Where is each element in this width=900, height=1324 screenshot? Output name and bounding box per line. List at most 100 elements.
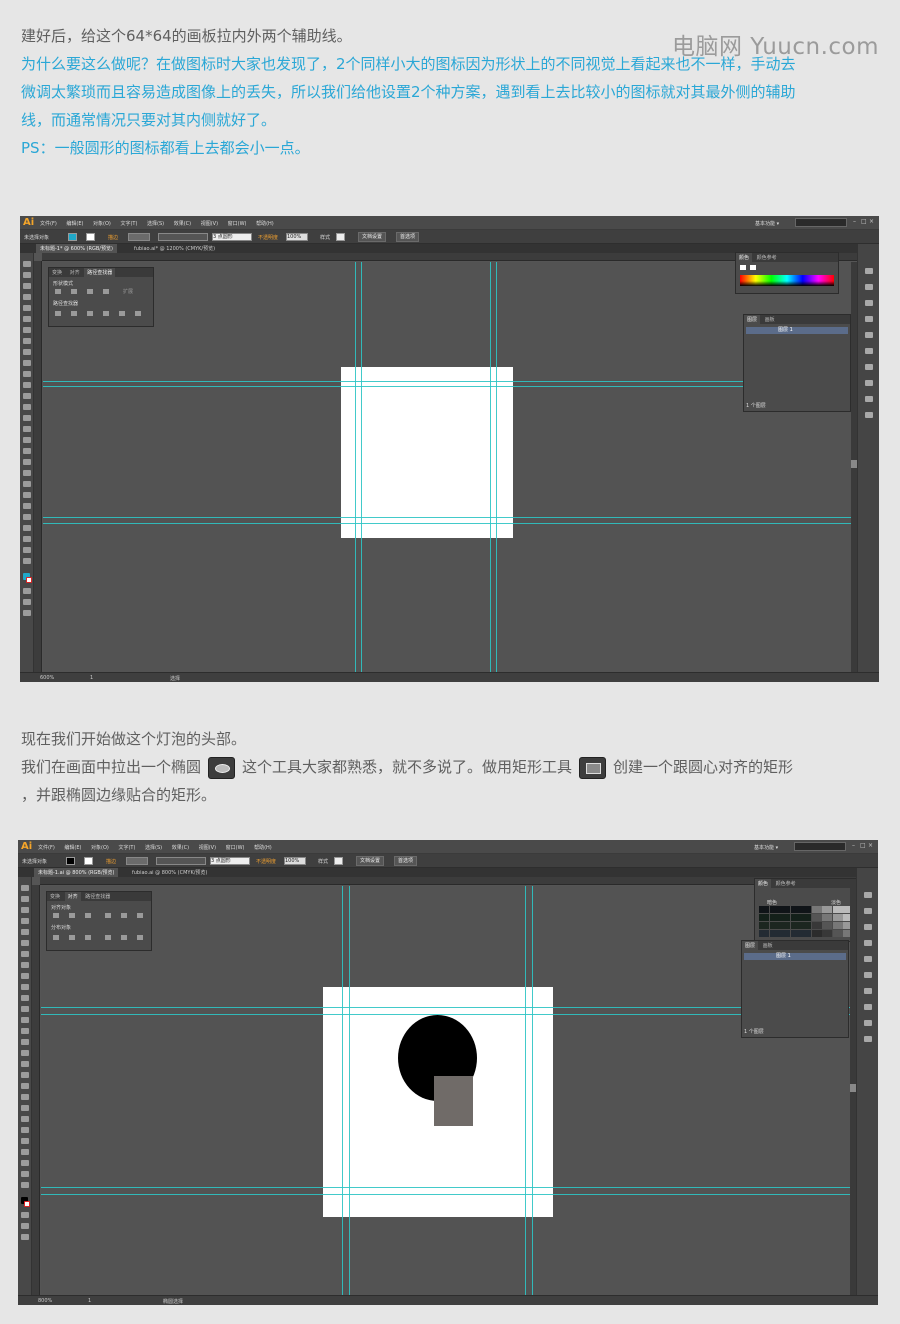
artboard[interactable] [341, 367, 513, 538]
menu-object[interactable]: 对象(O) [93, 221, 111, 227]
guide-horizontal-inner-top[interactable] [43, 386, 857, 387]
swatch-cell[interactable] [832, 906, 843, 913]
brush-field[interactable]: 3 点圆形 [212, 233, 252, 241]
zoom-tool-icon[interactable] [23, 558, 31, 564]
guide-vertical-inner-left[interactable] [361, 262, 362, 672]
color-spectrum[interactable] [740, 275, 834, 286]
swatch-cell[interactable] [780, 922, 790, 929]
expand-button[interactable]: 扩展 [123, 288, 133, 295]
direct-selection-tool-icon[interactable] [21, 896, 29, 902]
align-middle-icon[interactable] [121, 913, 127, 918]
trim-icon[interactable] [71, 311, 77, 316]
artboard-number[interactable]: 1 [90, 675, 93, 681]
brushes-dock-icon[interactable] [865, 316, 873, 322]
tab-artboards[interactable]: 画板 [762, 315, 778, 324]
swatch-cell[interactable] [769, 930, 780, 937]
menu-file[interactable]: 文件(F) [38, 845, 55, 851]
guide-vertical-outer-left[interactable] [355, 262, 356, 672]
swatch-cell[interactable] [832, 930, 843, 937]
tab-color[interactable]: 颜色 [736, 253, 753, 262]
swatch-cell[interactable] [822, 930, 832, 937]
swatch-cell[interactable] [822, 906, 832, 913]
swatches-dock-icon[interactable] [864, 924, 872, 930]
swatch-cell[interactable] [759, 930, 769, 937]
swatch-cell[interactable] [780, 906, 790, 913]
intersect-icon[interactable] [87, 289, 93, 294]
tab-layers[interactable]: 图层 [742, 941, 759, 950]
none-color-icon[interactable] [740, 265, 746, 270]
distribute-vcenter-icon[interactable] [69, 935, 75, 940]
swatch-cell[interactable] [790, 930, 801, 937]
stroke-color-icon[interactable] [24, 1201, 30, 1207]
zoom-level[interactable]: 800% [38, 1298, 52, 1304]
width-tool-icon[interactable] [21, 1039, 29, 1045]
rectangle-tool-icon[interactable] [21, 962, 29, 968]
swatch-cell[interactable] [759, 922, 769, 929]
tab-document-1[interactable]: 未标题-1* @ 600% (RGB/预览) [36, 244, 117, 253]
minus-back-icon[interactable] [135, 311, 141, 316]
search-input[interactable] [794, 842, 846, 851]
tab-color-guide[interactable]: 颜色参考 [754, 253, 780, 262]
tab-pathfinder[interactable]: 路径查找器 [84, 268, 116, 277]
tab-layers[interactable]: 图层 [744, 315, 761, 324]
paintbrush-tool-icon[interactable] [21, 973, 29, 979]
stroke-dock-icon[interactable] [865, 348, 873, 354]
color-guide-dock-icon[interactable] [864, 908, 872, 914]
merge-icon[interactable] [87, 311, 93, 316]
mesh-tool-icon[interactable] [23, 459, 31, 465]
appearance-dock-icon[interactable] [865, 396, 873, 402]
magic-wand-tool-icon[interactable] [23, 283, 31, 289]
direct-selection-tool-icon[interactable] [23, 272, 31, 278]
line-tool-icon[interactable] [21, 951, 29, 957]
tab-artboards[interactable]: 画板 [760, 941, 776, 950]
brushes-dock-icon[interactable] [864, 940, 872, 946]
swatch-cell[interactable] [801, 930, 811, 937]
swatch-cell[interactable] [822, 914, 832, 921]
guide-horizontal-inner-bottom[interactable] [41, 1187, 856, 1188]
tab-transform[interactable]: 变换 [47, 892, 63, 901]
menu-edit[interactable]: 编辑(E) [66, 221, 83, 227]
swatch-cell[interactable] [832, 922, 843, 929]
perspective-grid-tool-icon[interactable] [23, 448, 31, 454]
tab-align[interactable]: 对齐 [64, 892, 81, 901]
blend-tool-icon[interactable] [23, 492, 31, 498]
zoom-level[interactable]: 600% [40, 675, 54, 681]
guide-vertical-outer-right[interactable] [496, 262, 497, 672]
swatch-cell[interactable] [801, 922, 811, 929]
swatch-cell[interactable] [790, 922, 801, 929]
hand-tool-icon[interactable] [21, 1171, 29, 1177]
swatch-cell[interactable] [811, 914, 822, 921]
symbol-sprayer-tool-icon[interactable] [21, 1127, 29, 1133]
swatch-cell[interactable] [769, 914, 780, 921]
transparency-dock-icon[interactable] [864, 1004, 872, 1010]
layer-row[interactable]: 图层 1 [744, 953, 846, 960]
rotate-tool-icon[interactable] [21, 1017, 29, 1023]
swatch-cell[interactable] [811, 930, 822, 937]
stroke-dock-icon[interactable] [864, 972, 872, 978]
transparency-dock-icon[interactable] [865, 380, 873, 386]
guide-horizontal-outer-top[interactable] [43, 381, 857, 382]
blob-brush-tool-icon[interactable] [21, 995, 29, 1001]
guide-horizontal-outer-bottom[interactable] [41, 1194, 856, 1195]
tab-transform[interactable]: 变换 [49, 268, 65, 277]
unite-icon[interactable] [55, 289, 61, 294]
document-setup-button[interactable]: 文档设置 [358, 232, 387, 242]
guide-vertical-outer-left[interactable] [342, 886, 343, 1295]
lasso-tool-icon[interactable] [21, 918, 29, 924]
menu-help[interactable]: 帮助(H) [256, 221, 274, 227]
symbols-dock-icon[interactable] [865, 332, 873, 338]
swatch-cell[interactable] [759, 914, 769, 921]
opacity-field[interactable]: 100% [286, 233, 308, 241]
stroke-weight-field[interactable] [128, 233, 150, 241]
white-color-icon[interactable] [750, 265, 756, 270]
align-bottom-icon[interactable] [137, 913, 143, 918]
menu-window[interactable]: 窗口(W) [226, 845, 245, 851]
selection-tool-icon[interactable] [21, 885, 29, 891]
swatch-cell[interactable] [832, 914, 843, 921]
color-guide-dock-icon[interactable] [865, 284, 873, 290]
menu-effect[interactable]: 效果(C) [172, 845, 189, 851]
shape-builder-tool-icon[interactable] [21, 1061, 29, 1067]
fill-swatch[interactable] [66, 857, 75, 865]
screen-mode-icon[interactable] [23, 610, 31, 616]
exclude-icon[interactable] [103, 289, 109, 294]
